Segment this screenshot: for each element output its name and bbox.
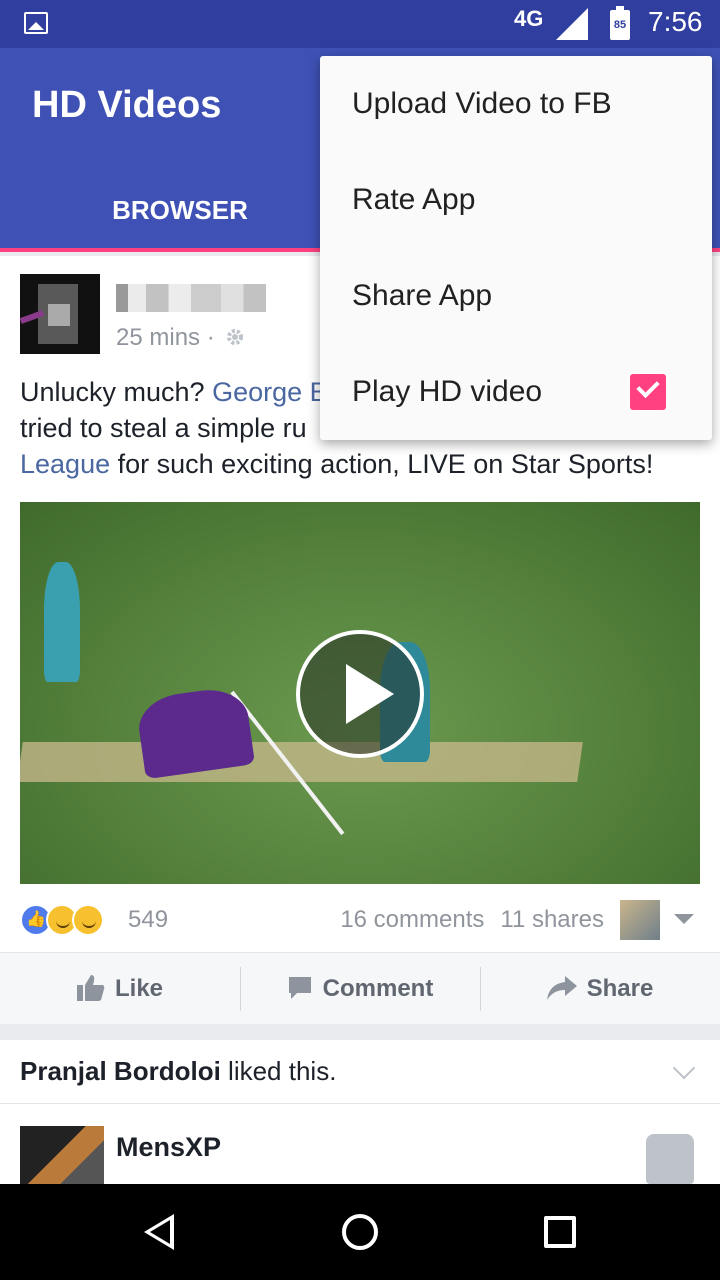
post-text-middle: tried to steal a simple ru <box>20 413 307 443</box>
thumbs-up-icon[interactable] <box>646 1134 694 1184</box>
post-time: 25 mins · <box>116 324 245 352</box>
feed-post: MensXP <box>0 1104 720 1184</box>
menu-item-label: Share App <box>352 279 493 312</box>
post-text-suffix: for such exciting action, LIVE on Star S… <box>110 449 654 479</box>
image-notification-icon <box>24 12 48 34</box>
sharer-avatar[interactable] <box>620 900 660 940</box>
clock: 7:56 <box>648 6 703 37</box>
post-actions: Like Comment Share <box>0 952 720 1024</box>
comment-button[interactable]: Comment <box>240 953 480 1025</box>
chevron-down-icon[interactable] <box>672 1056 696 1080</box>
reaction-count: 549 <box>128 906 169 933</box>
poster-name-blurred[interactable] <box>116 284 266 312</box>
pitch <box>20 742 583 782</box>
like-label: Like <box>114 975 164 1002</box>
video-player[interactable] <box>20 502 700 884</box>
liked-by-name[interactable]: Pranjal Bordoloi <box>20 1056 221 1086</box>
battery-level: 85 <box>613 19 627 31</box>
overflow-menu: Upload Video to FB Rate App Share App Pl… <box>320 56 712 440</box>
menu-item-share-app[interactable]: Share App <box>320 248 712 344</box>
liked-banner: Pranjal Bordoloi liked this. <box>0 1040 720 1104</box>
menu-item-rate-app[interactable]: Rate App <box>320 152 712 248</box>
play-icon[interactable] <box>296 630 424 758</box>
recent-apps-icon[interactable] <box>544 1216 576 1248</box>
home-icon[interactable] <box>342 1214 378 1250</box>
share-arrow-icon <box>546 975 577 1000</box>
menu-item-label: Rate App <box>352 183 476 216</box>
liked-suffix: liked this. <box>220 1056 337 1086</box>
menu-item-play-hd-video[interactable]: Play HD video <box>320 344 712 440</box>
like-button[interactable]: Like <box>0 953 240 1025</box>
status-bar: 4G 85 7:56 <box>0 0 720 48</box>
back-icon[interactable] <box>144 1214 174 1250</box>
post-stats: 16 comments 11 shares <box>340 906 604 934</box>
shares-count[interactable]: 11 shares <box>500 906 604 933</box>
post-mention-link[interactable]: George B <box>212 377 328 407</box>
app-title: HD Videos <box>32 84 222 126</box>
menu-item-label: Play HD video <box>352 375 543 408</box>
privacy-gear-icon <box>227 329 244 345</box>
chevron-down-icon[interactable] <box>674 914 694 924</box>
post-text-prefix: Unlucky much? <box>20 377 213 407</box>
signal-icon <box>556 8 588 40</box>
menu-item-upload-video[interactable]: Upload Video to FB <box>320 56 712 152</box>
thumbs-up-icon <box>76 974 105 1001</box>
hd-video-checkbox[interactable] <box>630 374 666 410</box>
comment-label: Comment <box>322 975 434 1002</box>
comments-count[interactable]: 16 comments <box>340 906 484 933</box>
tab-browser[interactable]: BROWSER <box>0 172 360 248</box>
battery-icon: 85 <box>610 6 630 40</box>
share-label: Share <box>586 975 654 1002</box>
sad-reaction-icon <box>72 904 104 936</box>
share-button[interactable]: Share <box>480 953 720 1025</box>
comment-icon <box>288 976 311 999</box>
fielder <box>44 562 80 682</box>
system-nav-bar <box>0 1184 720 1280</box>
poster-avatar[interactable] <box>20 274 100 354</box>
post-league-link[interactable]: League <box>20 449 110 479</box>
network-type: 4G <box>514 6 544 31</box>
menu-item-label: Upload Video to FB <box>352 87 612 120</box>
poster-avatar[interactable] <box>20 1126 104 1184</box>
poster-name[interactable]: MensXP <box>116 1132 221 1163</box>
post-time-text: 25 mins · <box>116 324 215 351</box>
